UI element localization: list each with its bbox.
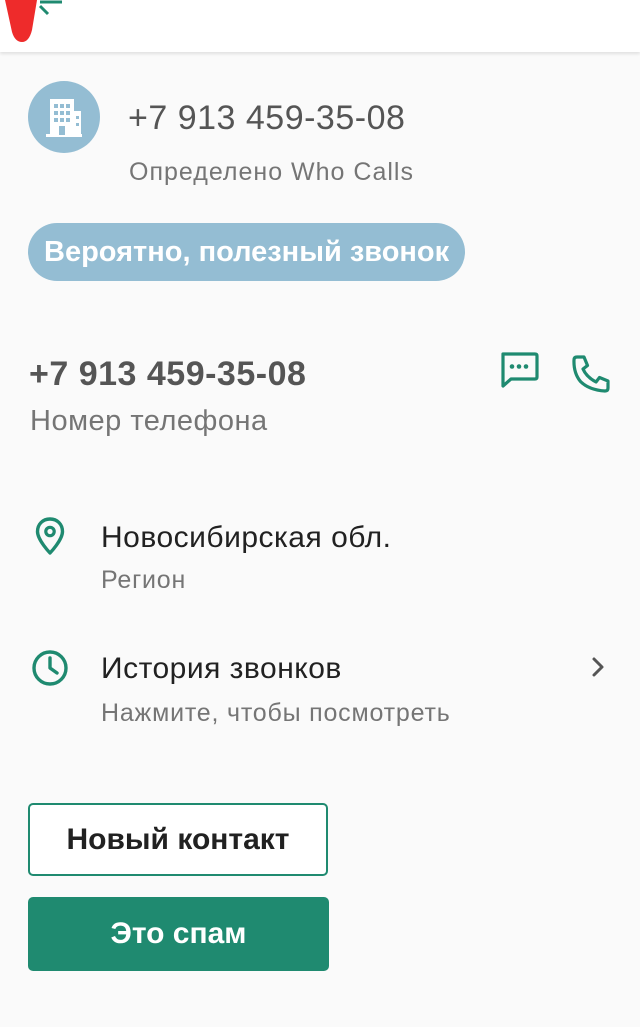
status-badge: Вероятно, полезный звонок	[28, 223, 466, 281]
report-spam-button[interactable]: Это спам	[28, 897, 329, 971]
screen: +7 913 459-35-08 Определено Who Calls Ве…	[0, 0, 640, 1027]
call-history-title: История звонков	[101, 652, 342, 685]
location-pin-icon	[35, 517, 65, 555]
back-arrow-icon[interactable]	[0, 0, 70, 46]
call-icon[interactable]	[569, 352, 613, 396]
message-icon[interactable]	[497, 349, 541, 393]
chevron-right-icon	[592, 657, 604, 677]
caller-number-title: +7 913 459-35-08	[128, 99, 406, 137]
new-contact-button[interactable]: Новый контакт	[28, 803, 328, 876]
caller-avatar	[28, 81, 100, 153]
caller-id-source: Определено Who Calls	[129, 158, 414, 186]
call-history-subtitle: Нажмите, чтобы посмотреть	[101, 699, 451, 727]
region-subtitle: Регион	[101, 566, 187, 594]
region-title: Новосибирская обл.	[101, 521, 392, 554]
phone-number-label: Номер телефона	[30, 405, 268, 437]
building-icon	[46, 99, 82, 137]
phone-number-value[interactable]: +7 913 459-35-08	[29, 355, 306, 394]
clock-icon	[32, 650, 68, 686]
top-app-bar	[0, 0, 640, 52]
